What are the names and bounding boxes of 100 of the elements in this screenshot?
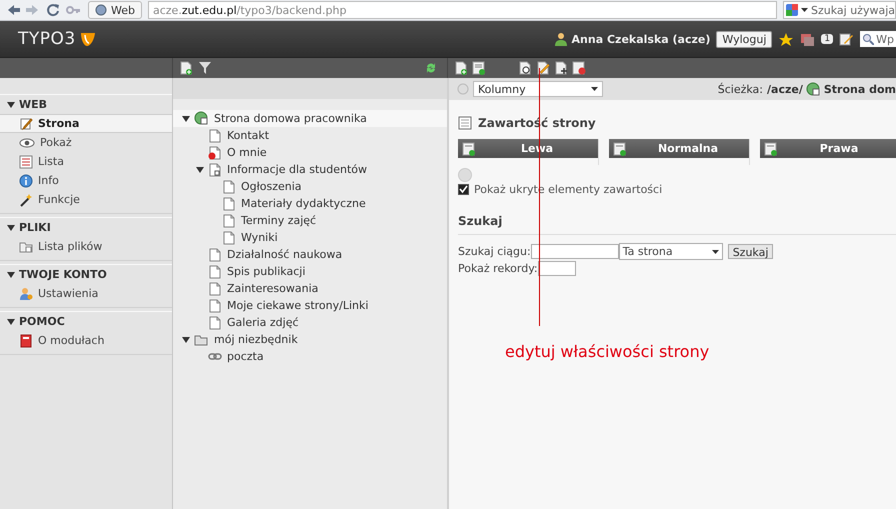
notification-badge[interactable]: 1 <box>821 34 834 44</box>
history-icon <box>572 61 586 75</box>
new-page-icon <box>454 61 468 75</box>
user-name[interactable]: Anna Czekalska (acze) <box>554 32 710 46</box>
tree-item[interactable]: Informacje dla studentów <box>227 163 368 176</box>
tree-item[interactable]: Ogłoszenia <box>241 180 302 193</box>
forward-arrow-icon <box>26 3 40 17</box>
module-item[interactable]: Pokaż <box>0 133 172 152</box>
tree-item[interactable]: mój niezbędnik <box>214 333 298 346</box>
expanded-triangle-icon[interactable] <box>182 114 190 122</box>
module-group-header[interactable]: TWOJE KONTO <box>0 265 172 284</box>
refresh-icon <box>424 61 438 75</box>
page-icon <box>208 128 222 142</box>
breadcrumb-path[interactable]: /acze/ Strona dom <box>767 82 896 96</box>
shortcut-page-icon <box>208 162 222 176</box>
column-header: Prawa <box>760 139 896 158</box>
search-field[interactable] <box>530 244 619 259</box>
files-icon <box>19 240 33 254</box>
tree-item[interactable]: Moje ciekawe strony/Linki <box>227 299 368 312</box>
search-icon <box>862 33 874 45</box>
address-field[interactable]: acze.zut.edu.pl/typo3/backend.php <box>148 1 777 19</box>
back-arrow-icon <box>6 3 20 17</box>
module-item[interactable]: Strona <box>0 114 172 133</box>
module-item[interactable]: Lista plików <box>0 237 172 256</box>
help-icon <box>458 168 472 182</box>
module-group-header[interactable]: WEB <box>0 95 172 114</box>
list-icon <box>19 154 33 168</box>
key-icon <box>66 3 82 17</box>
globe-page-icon <box>806 82 821 96</box>
filter-icon <box>198 61 212 75</box>
globe-icon <box>95 4 107 16</box>
tree-item[interactable]: Materiały dydaktyczne <box>241 197 366 210</box>
folder-icon <box>194 332 209 346</box>
caret-icon <box>591 87 598 91</box>
tree-item[interactable]: O mnie <box>227 146 267 159</box>
star-icon <box>778 32 794 46</box>
expanded-triangle-icon[interactable] <box>7 100 15 108</box>
reload-icon <box>46 3 60 17</box>
typo3-logo: TYPO3 <box>18 29 96 49</box>
book-icon <box>19 334 33 348</box>
tree-item[interactable]: poczta <box>227 350 264 363</box>
tree-item[interactable]: Zainteresowania <box>227 282 318 295</box>
module-group-header[interactable]: PLIKI <box>0 218 172 237</box>
page-icon <box>222 180 236 194</box>
scope-dropdown[interactable]: Ta strona <box>618 243 723 260</box>
page-icon <box>208 298 222 312</box>
expanded-triangle-icon[interactable] <box>7 270 15 278</box>
move-page-icon <box>554 61 568 75</box>
page-icon <box>222 230 236 244</box>
new-content-icon <box>472 61 486 75</box>
tree-item[interactable]: Terminy zajęć <box>241 214 316 227</box>
new-content-icon <box>462 142 476 156</box>
expanded-triangle-icon[interactable] <box>7 318 15 326</box>
path-label: Ścieżka: <box>718 82 764 96</box>
new-content-icon <box>764 142 778 156</box>
logo-mark-icon <box>78 32 96 46</box>
checkbox[interactable] <box>458 184 469 195</box>
tree-item[interactable]: Kontakt <box>227 129 270 142</box>
tree-item[interactable]: Wyniki <box>241 231 278 244</box>
tree-item[interactable]: Spis publikacji <box>227 265 306 278</box>
expanded-triangle-icon[interactable] <box>7 224 15 232</box>
search-field[interactable]: Szukaj używaja <box>783 1 896 19</box>
caret-icon <box>712 250 719 254</box>
search-field[interactable]: Wp <box>860 31 896 47</box>
caret-icon <box>801 8 808 12</box>
field-label: Pokaż rekordy: <box>458 262 538 275</box>
edit-page-icon <box>536 61 550 75</box>
column-header: Normalna <box>609 139 749 158</box>
page-icon <box>208 316 222 330</box>
module-group-header[interactable]: POMOC <box>0 312 172 331</box>
search-engine-icon <box>786 3 798 17</box>
help-icon <box>457 83 469 95</box>
module-item[interactable]: Info <box>0 171 172 190</box>
view-dropdown[interactable]: Kolumny <box>473 81 603 97</box>
edit-page-icon <box>19 116 33 130</box>
module-item[interactable]: Ustawienia <box>0 284 172 303</box>
restricted-page-icon <box>208 146 222 160</box>
search-button[interactable]: Szukaj <box>728 244 774 259</box>
module-item[interactable]: Funkcje <box>0 190 172 209</box>
page-icon <box>222 214 236 228</box>
logout-button[interactable]: Wyloguj <box>716 30 772 48</box>
info-icon <box>19 174 33 188</box>
page-icon <box>208 264 222 278</box>
content-icon <box>458 116 472 130</box>
records-field[interactable] <box>538 261 576 276</box>
expanded-triangle-icon[interactable] <box>196 166 204 174</box>
view-page-icon <box>518 61 532 75</box>
new-content-icon <box>613 142 627 156</box>
tree-item[interactable]: Działalność naukowa <box>227 248 342 261</box>
new-page-icon <box>179 61 193 75</box>
section-title: Szukaj <box>458 196 896 235</box>
page-icon <box>208 282 222 296</box>
eye-icon <box>19 136 35 150</box>
user-settings-icon <box>19 286 33 300</box>
wand-icon <box>19 192 33 206</box>
tree-item[interactable]: Galeria zdjęć <box>227 316 299 329</box>
site-identity-button[interactable]: Web <box>88 1 142 19</box>
module-item[interactable]: O modułach <box>0 331 172 350</box>
expanded-triangle-icon[interactable] <box>182 336 190 344</box>
module-item[interactable]: Lista <box>0 152 172 171</box>
